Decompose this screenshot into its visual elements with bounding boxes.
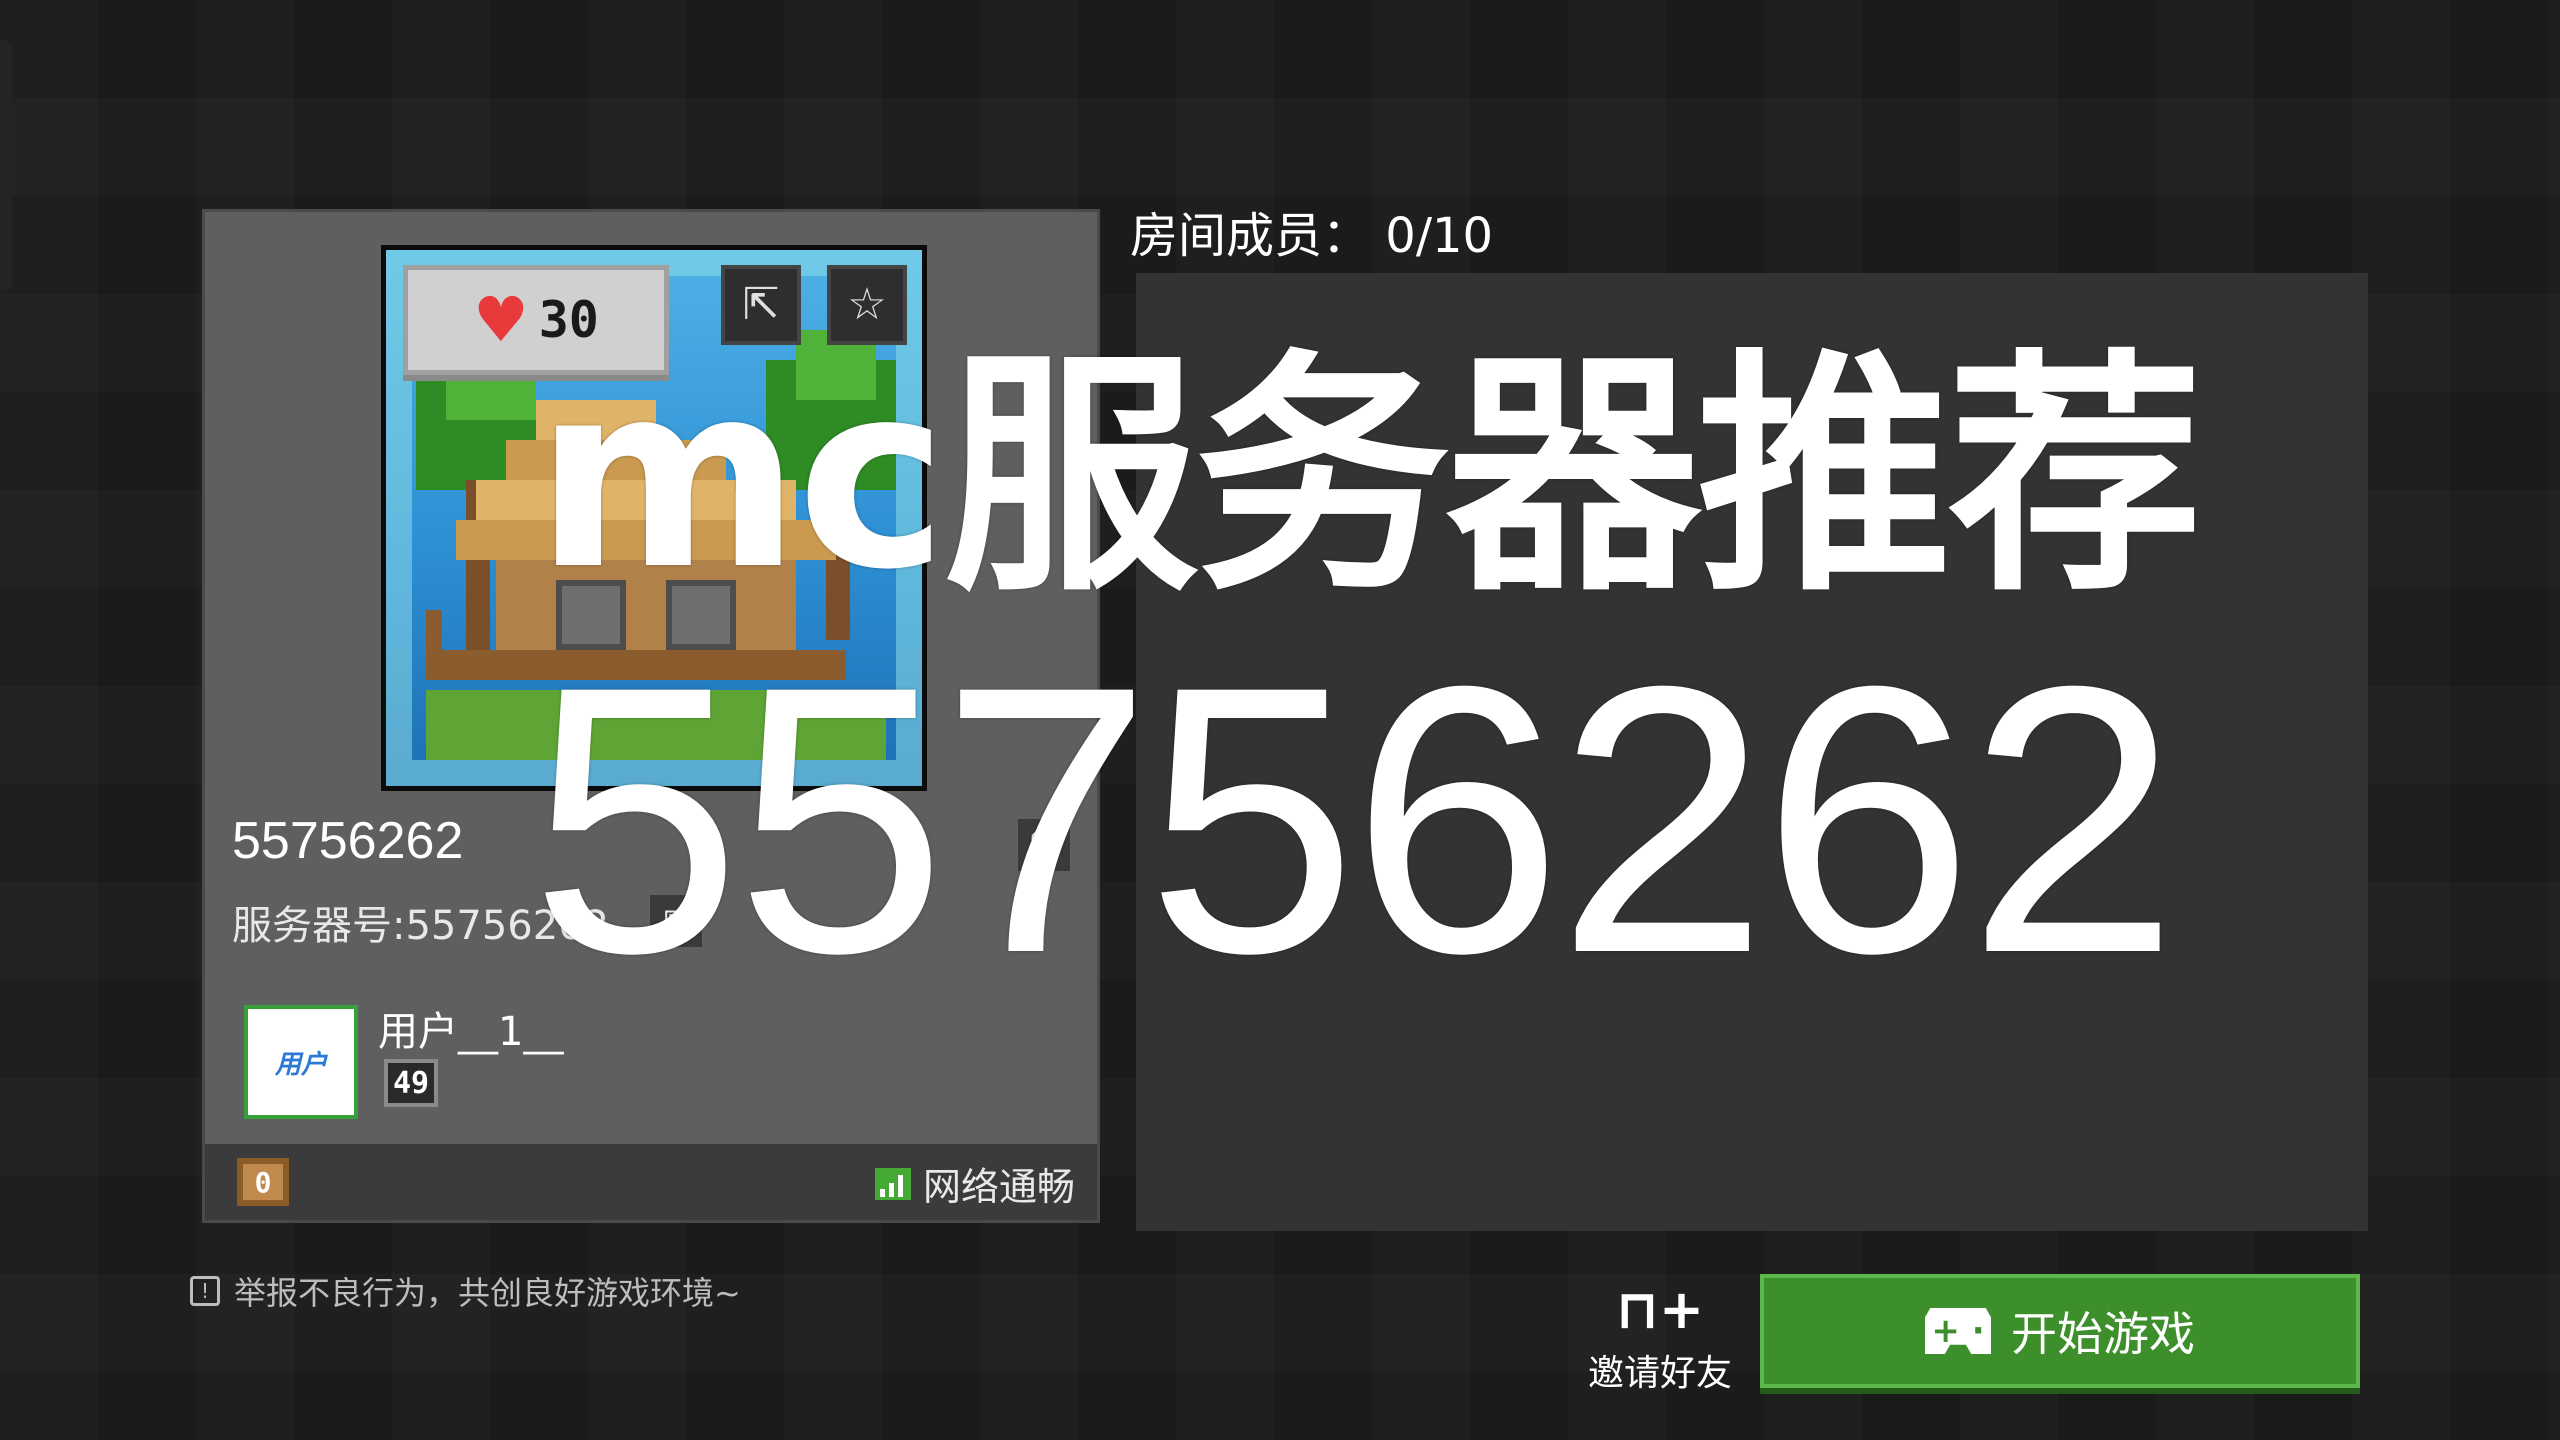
start-label: 开始游戏 [2011, 1307, 2195, 1361]
add-user-icon: ⊓+ [1615, 1278, 1705, 1341]
alert-icon: ! [190, 1276, 220, 1306]
avatar[interactable]: 用户 [244, 1005, 358, 1119]
signal-icon [874, 1167, 911, 1200]
gamepad-icon: + · [1925, 1308, 1991, 1354]
server-name: 55756262 [232, 812, 464, 870]
heart-icon: ♥ [473, 283, 529, 356]
network-status-label: 网络通畅 [922, 1165, 1075, 1209]
invite-friends-button[interactable]: ⊓+ 邀请好友 [1580, 1280, 1740, 1400]
side-drawer-handle[interactable] [0, 40, 12, 290]
report-text: 举报不良行为，共创良好游戏环境~ [234, 1274, 741, 1312]
overlay-title: mc服务器推荐 [535, 329, 2203, 626]
network-status: 网络通畅 [874, 1156, 1075, 1211]
card-footer: 0 网络通畅 [205, 1144, 1097, 1220]
invite-label: 邀请好友 [1587, 1353, 1732, 1394]
report-link[interactable]: ! 举报不良行为，共创良好游戏环境~ [190, 1268, 741, 1314]
room-members-count: 0/10 [1385, 208, 1494, 264]
room-members-label: 房间成员： 0/10 [1130, 196, 1493, 266]
overlay-number: 55756262 [530, 607, 2179, 1032]
level-badge: 49 [384, 1059, 438, 1107]
status-badge: 0 [237, 1158, 289, 1206]
avatar-text: 用户 [274, 1049, 327, 1080]
start-game-button[interactable]: + · 开始游戏 [1760, 1274, 2360, 1388]
room-members-title: 房间成员： [1130, 208, 1371, 264]
